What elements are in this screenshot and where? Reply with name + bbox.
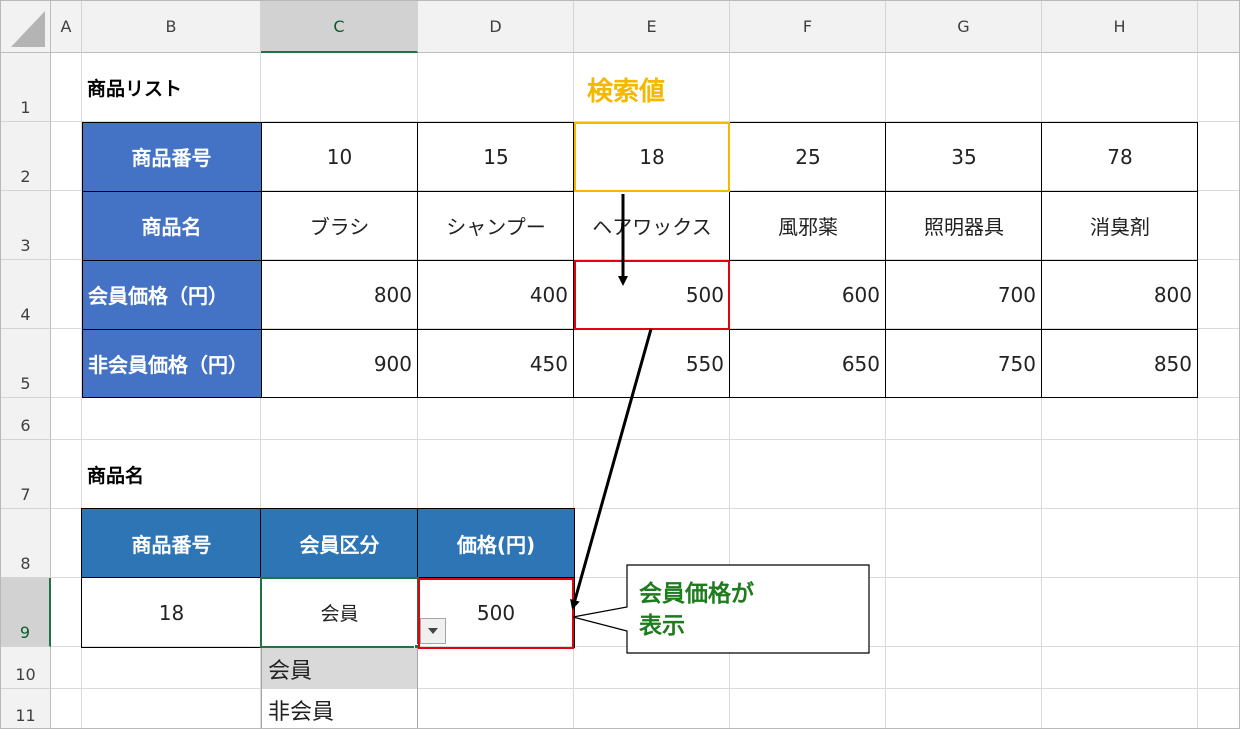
column-header-c[interactable]: C bbox=[261, 1, 418, 53]
dropdown-option-nonmember[interactable]: 非会員 bbox=[262, 689, 417, 728]
chevron-down-icon bbox=[428, 628, 438, 634]
row-header-3[interactable]: 3 bbox=[1, 191, 51, 260]
column-header-f[interactable]: F bbox=[730, 1, 886, 53]
column-header-b[interactable]: B bbox=[82, 1, 261, 53]
spreadsheet-window: A B C D E F G H 1 2 3 4 5 6 7 8 9 10 11 … bbox=[0, 0, 1240, 729]
row-header-6[interactable]: 6 bbox=[1, 398, 51, 440]
dropdown-option-member[interactable]: 会員 bbox=[262, 648, 417, 689]
column-header-d[interactable]: D bbox=[418, 1, 574, 53]
row-header-4[interactable]: 4 bbox=[1, 260, 51, 329]
row-header-5[interactable]: 5 bbox=[1, 329, 51, 398]
result-value-highlight bbox=[574, 260, 730, 330]
select-all-triangle-icon bbox=[11, 11, 45, 47]
dropdown-button[interactable] bbox=[420, 618, 446, 644]
lookup-title[interactable]: 商品名 bbox=[87, 440, 257, 509]
row-header-7[interactable]: 7 bbox=[1, 440, 51, 509]
column-header-g[interactable]: G bbox=[886, 1, 1042, 53]
list-title[interactable]: 商品リスト bbox=[87, 53, 257, 122]
callout-text-line1: 会員価格が bbox=[639, 581, 754, 607]
row-header-9[interactable]: 9 bbox=[1, 578, 51, 647]
column-header-i[interactable] bbox=[1198, 1, 1239, 53]
dropdown-list: 会員 非会員 bbox=[261, 648, 418, 728]
select-all-corner[interactable] bbox=[1, 1, 51, 53]
gridline bbox=[51, 688, 1239, 689]
column-header-h[interactable]: H bbox=[1042, 1, 1198, 53]
row-header-10[interactable]: 10 bbox=[1, 647, 51, 689]
column-header-a[interactable]: A bbox=[51, 1, 82, 53]
row-header-8[interactable]: 8 bbox=[1, 509, 51, 578]
column-header-e[interactable]: E bbox=[574, 1, 730, 53]
row-header-1[interactable]: 1 bbox=[1, 53, 51, 122]
active-cell-border bbox=[260, 577, 419, 648]
row-header-2[interactable]: 2 bbox=[1, 122, 51, 191]
row-header-11[interactable]: 11 bbox=[1, 689, 51, 728]
search-value-highlight bbox=[574, 122, 730, 192]
callout-text-line2: 表示 bbox=[639, 613, 685, 639]
search-value-label: 検索値 bbox=[587, 77, 666, 107]
